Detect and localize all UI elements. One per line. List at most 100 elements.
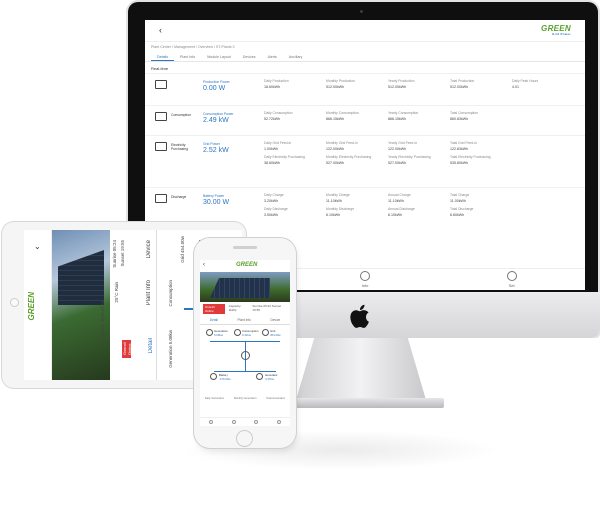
- tab-device[interactable]: Device: [270, 318, 280, 322]
- sunrise-text: Sunrise 05:24: [112, 240, 117, 268]
- stat-cell: Total Grid Feed-in 122.83kWh: [450, 141, 512, 151]
- consumption-value: 2.49 kW: [203, 117, 229, 124]
- battery-icon: [155, 194, 167, 203]
- consumption-main: Consumption Power 2.49 kW: [203, 112, 234, 124]
- consumption-cells: Daily Consumption 52.72kWh Monthly Consum…: [264, 111, 585, 121]
- breadcrumb[interactable]: Plant Center \ Management \ Overview \ S…: [145, 42, 585, 52]
- device-tab[interactable]: Device: [146, 240, 152, 258]
- stat-label: Yearly Electricity Purchasing: [388, 155, 431, 159]
- phone-home-button[interactable]: [236, 430, 253, 447]
- status-badge: Overall Online: [122, 340, 132, 358]
- stat-label: Daily Peak Hours: [512, 79, 539, 83]
- solar-icon: [206, 329, 213, 336]
- production-cells: Daily Production 18.60kWh Monthly Product…: [264, 79, 585, 89]
- stat-label: Daily Charge: [264, 193, 284, 197]
- brand-name: GREEN: [27, 292, 36, 321]
- phone-header: ‹ GREEN: [200, 260, 290, 272]
- consumption-row: Consumption Consumption Power 2.49 kW Da…: [145, 105, 585, 135]
- tab-module-layout[interactable]: Module Layout: [201, 52, 237, 61]
- stat-label: Monthly Discharge: [326, 207, 355, 211]
- stat-cell: Yearly Electricity Purchasing 527.00kWh: [388, 155, 450, 165]
- stat-cell: Yearly Grid Feed-in 122.00kWh: [388, 141, 450, 151]
- tablet-home-button[interactable]: [10, 298, 19, 307]
- nav-info[interactable]: Info: [335, 271, 395, 288]
- stat-label: Total Consumption: [450, 111, 479, 115]
- stat-value: 512.00kWh: [388, 85, 407, 89]
- stat-value: 527.00kWh: [388, 161, 407, 165]
- stat-value: 18.60kWh: [264, 85, 281, 89]
- production-main: Production Power 0.00 W: [203, 80, 230, 92]
- chevron-icon[interactable]: ⌄: [34, 242, 41, 251]
- stat-cell: Monthly Discharge 6.10kWh: [326, 207, 388, 217]
- stat-label: Monthly Grid Feed-in: [326, 141, 358, 145]
- gear-icon: [506, 271, 517, 281]
- stat-label: Daily Grid Feed-in: [264, 141, 292, 145]
- desktop-tabs: Details Plant Info Module Layout Devices…: [145, 52, 585, 62]
- tab-detail[interactable]: Detail: [210, 318, 218, 322]
- battery-value: 30.00 W: [203, 199, 230, 206]
- flow-wire: [214, 371, 276, 372]
- brand-name: GREEN: [236, 262, 258, 268]
- home-icon[interactable]: [209, 420, 214, 424]
- nav-set[interactable]: Set: [482, 271, 542, 288]
- tab-plant-info[interactable]: Plant Info: [237, 318, 250, 322]
- production-row: Production Power 0.00 W Daily Production…: [145, 73, 585, 105]
- tab-ancillary[interactable]: Ancillary: [283, 52, 309, 61]
- nav-info-label: Info: [361, 283, 369, 288]
- stat-value: 6.60kWh: [450, 213, 465, 217]
- back-icon[interactable]: ‹: [203, 262, 205, 268]
- stat-label: Monthly Charge: [326, 193, 350, 197]
- stat-value: 11.00kWh: [450, 199, 466, 203]
- camera-icon: [360, 10, 363, 13]
- stat-cell: Total Consumption 860.83kWh: [450, 111, 512, 121]
- grid-value: 2.52 kW: [203, 147, 229, 154]
- stat-value: 512.00kWh: [450, 85, 469, 89]
- stat-value: 866.15kWh: [388, 117, 407, 121]
- stat-label: Daily Consumption: [264, 111, 293, 115]
- plant-info-tab[interactable]: Plant Info: [146, 280, 152, 305]
- generator-value: 4.37kw: [265, 377, 274, 381]
- stat-value: 6.10kWh: [326, 213, 341, 217]
- tab-plant-info[interactable]: Plant Info: [174, 52, 201, 61]
- weather-text: 25°C Rain: [114, 282, 119, 303]
- stat-label: Annual Discharge: [388, 207, 415, 211]
- stat-cell: Total Production 512.00kWh: [450, 79, 512, 89]
- phone-speaker: [233, 246, 257, 249]
- battery-main: Battery Power 30.00 W: [203, 194, 229, 206]
- battery-icon: [210, 373, 217, 380]
- stat-label: Total Production: [450, 79, 475, 83]
- stat-value: 11.10kWh: [388, 199, 404, 203]
- desktop-header: ‹ GREEN Grid Power: [145, 20, 585, 42]
- tab-devices[interactable]: Devices: [237, 52, 262, 61]
- stat-label: Monthly Production: [326, 79, 356, 83]
- stat-label: Yearly Grid Feed-in: [388, 141, 418, 145]
- consumption-title: Consumption Power: [203, 112, 234, 116]
- stat-cell: Annual Discharge 6.10kWh: [388, 207, 450, 217]
- plant-summary: Overall Online Capacity: 2kWp Sunrise 05…: [200, 302, 290, 316]
- apple-logo-icon: [350, 304, 369, 328]
- gear-icon[interactable]: [276, 420, 281, 424]
- stat-label: Total Grid Feed-in: [450, 141, 477, 145]
- stat-label: Daily Discharge: [264, 207, 288, 211]
- stat-value: 866.15kWh: [326, 117, 345, 121]
- stat-label: Yearly Consumption: [388, 111, 419, 115]
- generation-value: 5.09kw: [214, 333, 223, 337]
- stat-cell: Annual Charge 11.10kWh: [388, 193, 450, 203]
- grid-row: Electricity Purchasing Grid Power 2.52 k…: [145, 135, 585, 187]
- chart-icon[interactable]: [231, 420, 236, 424]
- stat-label: Daily Production: [264, 79, 289, 83]
- stat-value: 6.10kWh: [388, 213, 403, 217]
- stat-value: 52.72kWh: [264, 117, 281, 121]
- stat-value: 11.10kWh: [326, 199, 342, 203]
- alert-icon[interactable]: [254, 420, 259, 424]
- tab-alerts[interactable]: Alerts: [262, 52, 283, 61]
- detail-tab[interactable]: Detail: [148, 338, 154, 353]
- house-icon: [234, 329, 241, 336]
- consumption-node: Consumption: [168, 280, 173, 307]
- back-icon[interactable]: ‹: [159, 25, 162, 35]
- section-title: Real-time: [151, 66, 169, 71]
- brand-logo: GREEN Grid Power: [541, 24, 571, 36]
- tab-details[interactable]: Details: [151, 52, 174, 61]
- stat-cell: Yearly Production 512.00kWh: [388, 79, 450, 89]
- stat-cell: Daily Charge 3.20kWh: [264, 193, 326, 203]
